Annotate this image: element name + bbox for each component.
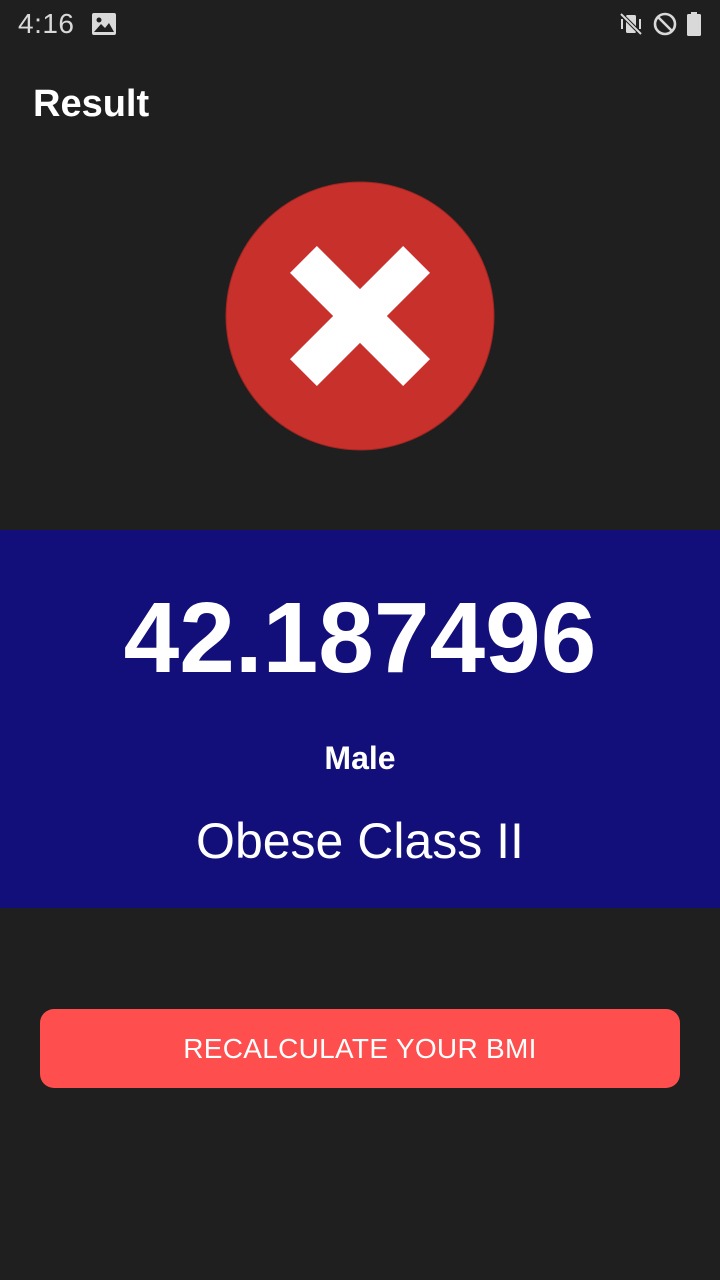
error-x-icon	[224, 180, 496, 452]
battery-icon	[686, 11, 702, 37]
bmi-value: 42.187496	[123, 582, 597, 694]
page-title: Result	[33, 83, 150, 125]
status-bar: 4:16	[0, 0, 720, 48]
bmi-category: Obese Class II	[196, 813, 524, 869]
image-icon	[91, 12, 117, 36]
bmi-result-screen: 4:16 Result 42.187496 Male Obese Class I…	[0, 0, 720, 1280]
vibrate-mute-icon	[618, 11, 644, 37]
result-panel: 42.187496 Male Obese Class II	[0, 530, 720, 908]
recalculate-button[interactable]: RECALCULATE YOUR BMI	[40, 1009, 680, 1088]
do-not-disturb-icon	[652, 11, 678, 37]
status-time: 4:16	[18, 8, 75, 39]
status-right-icons	[618, 10, 702, 38]
gender-label: Male	[324, 740, 396, 776]
